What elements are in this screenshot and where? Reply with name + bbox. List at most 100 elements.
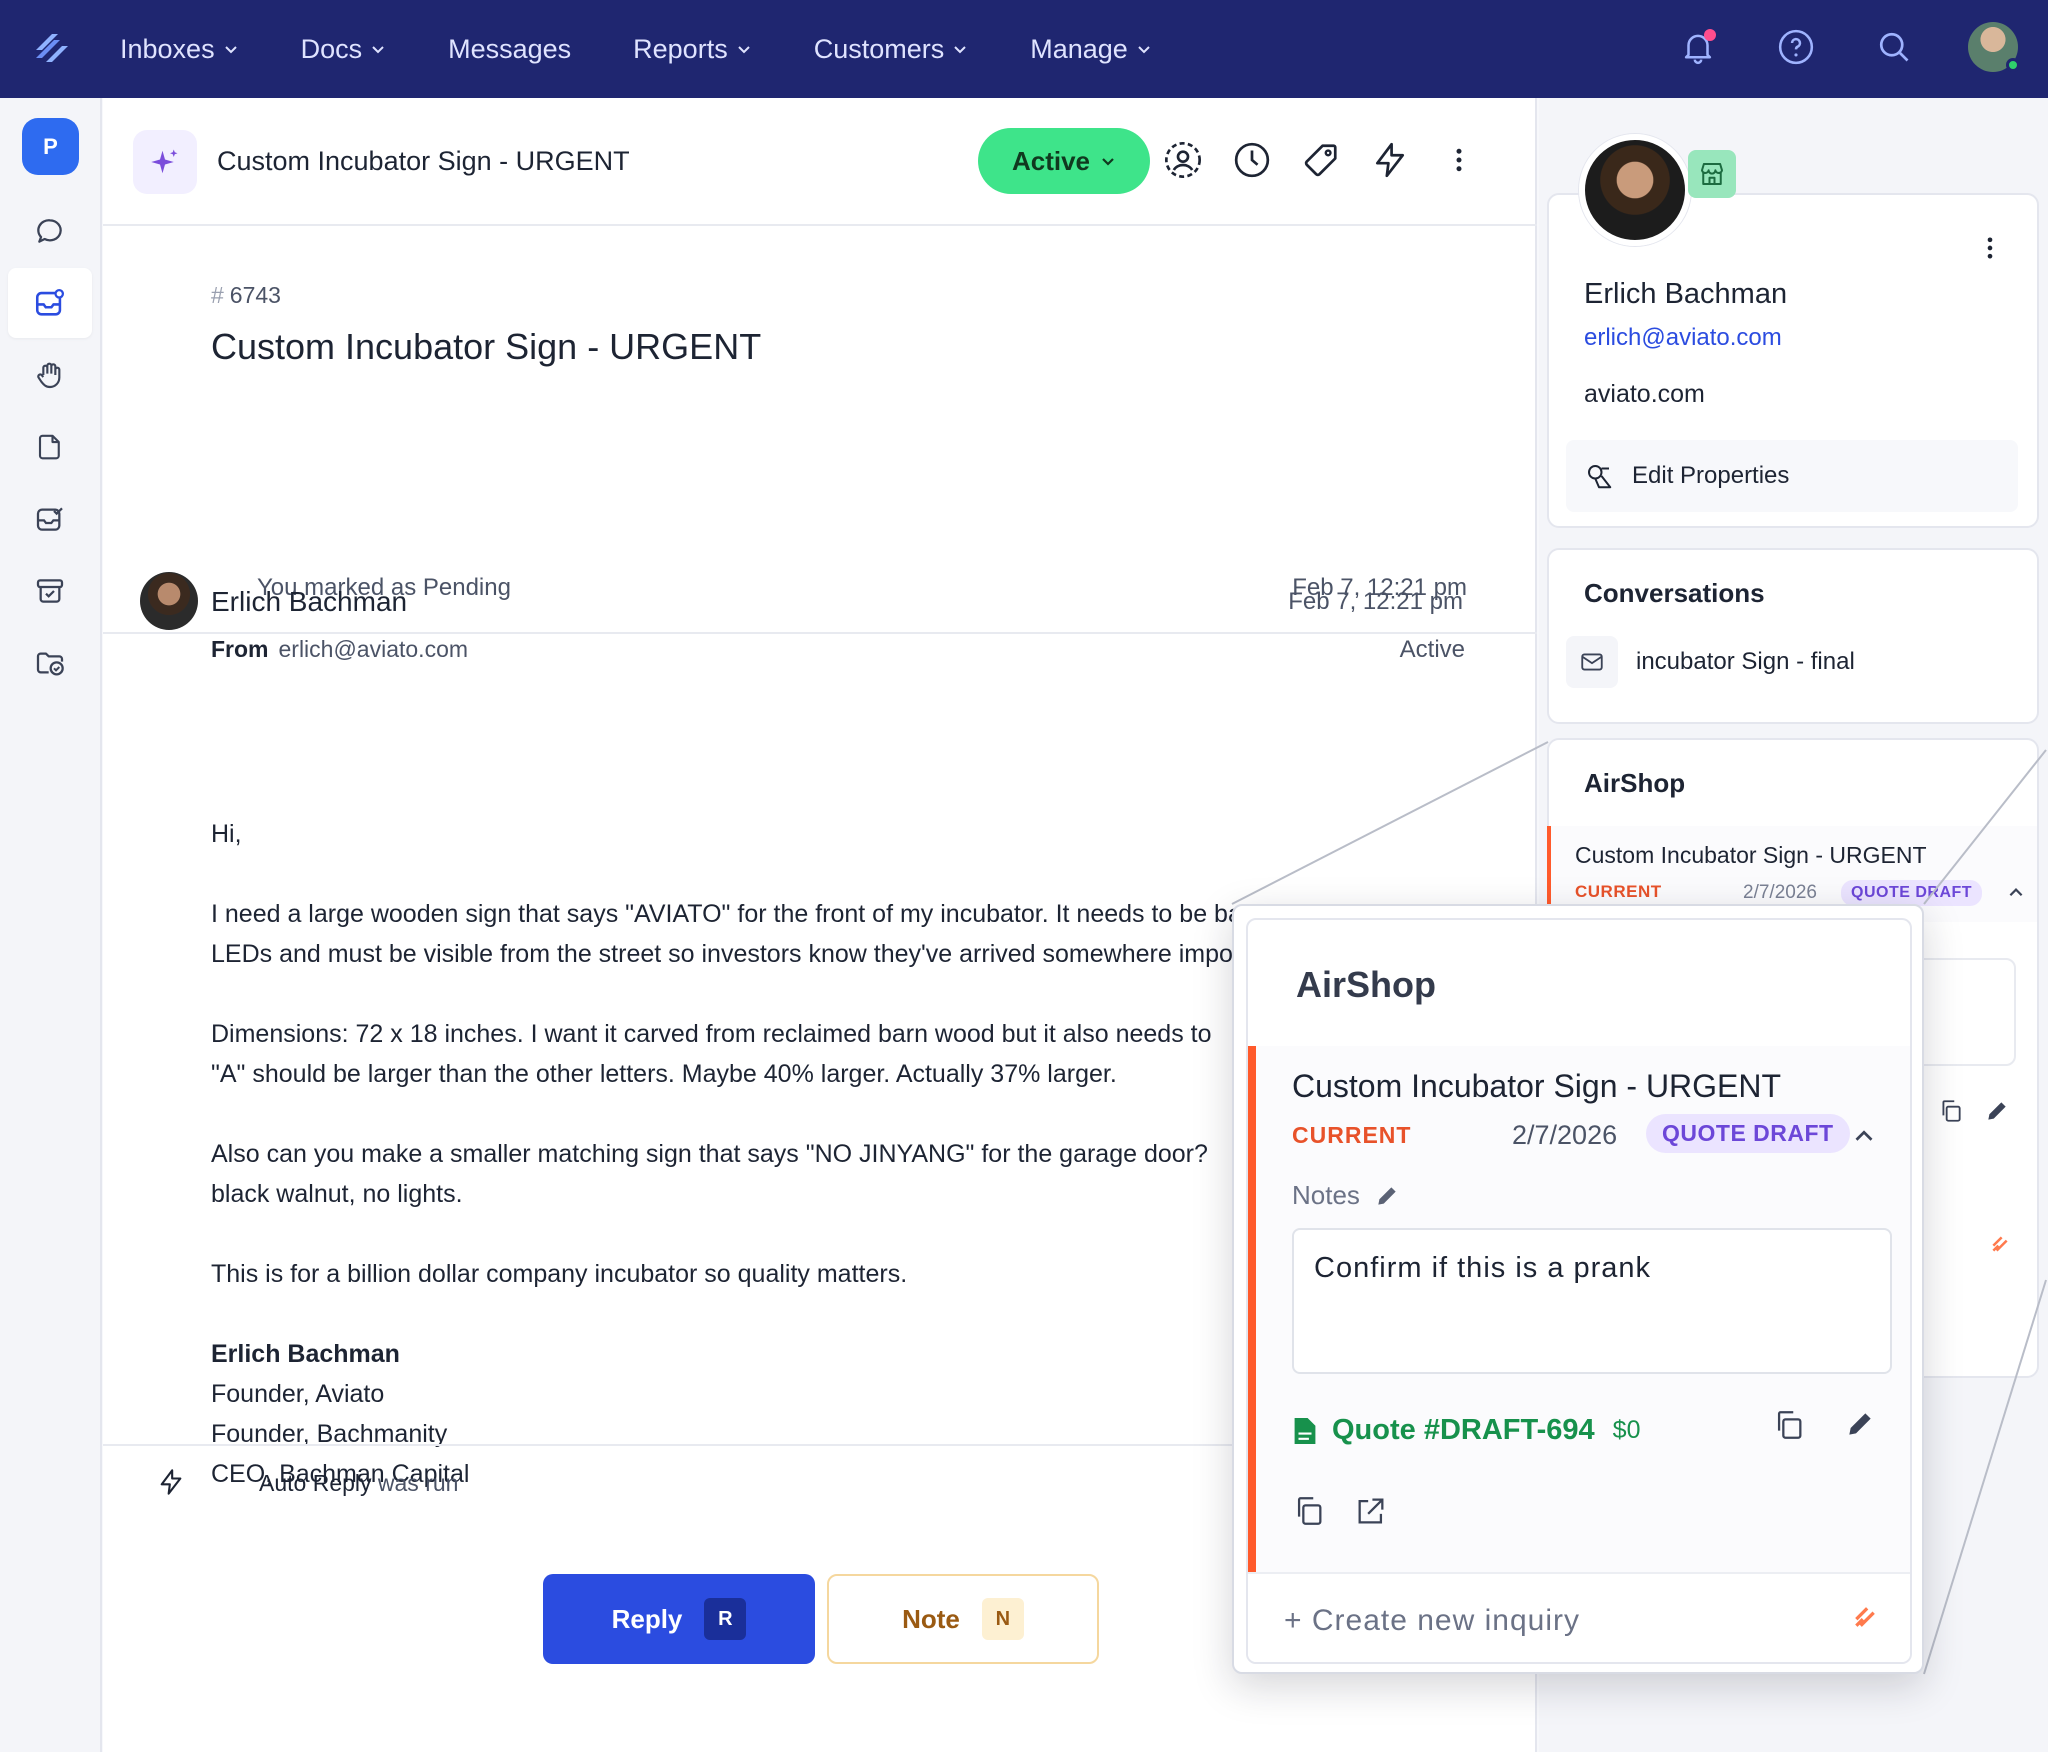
zoom-item-title[interactable]: Custom Incubator Sign - URGENT <box>1292 1068 1781 1105</box>
ticket-number-value: 6743 <box>229 282 281 308</box>
nav-manage[interactable]: Manage <box>1030 34 1152 65</box>
airshop-item-date: 2/7/2026 <box>1743 882 1817 903</box>
notes-textarea[interactable]: Confirm if this is a prank <box>1292 1228 1892 1374</box>
status-dropdown[interactable]: Active <box>978 128 1150 194</box>
notifications-button[interactable] <box>1674 23 1722 71</box>
folder-check-icon <box>36 652 64 676</box>
chevron-down-icon <box>954 46 966 54</box>
conversation-header-title: Custom Incubator Sign - URGENT <box>217 146 630 176</box>
customer-avatar <box>1579 134 1691 246</box>
archive-icon <box>36 579 64 603</box>
sidebar-item-archive[interactable] <box>8 556 92 626</box>
zoom-inquiry-block: Custom Incubator Sign - URGENT CURRENT 2… <box>1248 1046 1910 1572</box>
message-paragraph: Hi, <box>211 820 242 848</box>
nav-docs[interactable]: Docs <box>301 34 387 65</box>
sidebar-item-inbox[interactable] <box>8 268 92 338</box>
message-status: Active <box>1399 636 1465 663</box>
nav-reports[interactable]: Reports <box>633 34 752 65</box>
sidebar-item-hand[interactable] <box>8 340 92 410</box>
sender-avatar <box>140 572 198 630</box>
external-link-icon[interactable] <box>1354 1494 1388 1528</box>
quote-number: Quote #DRAFT-694 <box>1332 1414 1595 1446</box>
more-vertical-icon <box>1456 148 1462 172</box>
store-badge <box>1688 150 1736 198</box>
pencil-icon[interactable] <box>1984 1098 2010 1124</box>
copy-icon[interactable] <box>1292 1494 1326 1528</box>
nav-messages-label: Messages <box>448 33 572 64</box>
store-icon <box>1701 163 1723 185</box>
chevron-up-icon[interactable] <box>2007 884 2025 902</box>
nav-customers-label: Customers <box>813 33 945 64</box>
nav-docs-label: Docs <box>300 33 363 64</box>
chevron-up-icon[interactable] <box>1852 1124 1876 1148</box>
inbox-icon <box>35 288 65 316</box>
envelope-icon-box <box>1566 636 1618 688</box>
reply-button[interactable]: Reply R <box>543 1574 815 1664</box>
hash-icon: # <box>211 282 224 308</box>
quote-link[interactable]: Quote #DRAFT-694 $0 <box>1292 1414 1640 1447</box>
auto-reply-event: Auto Reply was run <box>259 1470 458 1497</box>
workflow-button[interactable] <box>1368 138 1412 182</box>
current-badge: CURRENT <box>1575 882 1662 901</box>
main-nav: Inboxes Docs Messages Reports Customers … <box>120 0 1214 98</box>
sidebar-item-mailbox-check[interactable] <box>8 484 92 554</box>
reply-shortcut: R <box>704 1598 747 1640</box>
more-button[interactable] <box>1437 138 1481 182</box>
copy-icon[interactable] <box>1772 1408 1806 1442</box>
from-label: From <box>211 636 269 662</box>
helpscout-logo[interactable] <box>32 28 72 68</box>
assign-user-icon <box>1165 142 1201 178</box>
customer-domain: aviato.com <box>1584 380 1705 408</box>
quote-amount: $0 <box>1612 1416 1641 1444</box>
inquiry-actions <box>1292 1494 1388 1528</box>
create-inquiry-label: + Create new inquiry <box>1284 1604 1580 1637</box>
assign-button[interactable] <box>1161 138 1205 182</box>
nav-reports-label: Reports <box>633 33 728 64</box>
workspace-badge[interactable]: P <box>22 118 79 175</box>
search-button[interactable] <box>1870 23 1918 71</box>
zoom-title: AirShop <box>1296 964 1436 1005</box>
customer-name: Erlich Bachman <box>1584 278 1788 310</box>
sidebar-item-docs[interactable] <box>8 412 92 482</box>
top-navbar: Inboxes Docs Messages Reports Customers … <box>0 0 2048 98</box>
top-icons <box>1674 22 2020 72</box>
more-vertical-icon[interactable] <box>1976 232 2004 264</box>
tag-button[interactable] <box>1299 138 1343 182</box>
lightning-icon <box>160 1469 182 1495</box>
nav-inboxes-label: Inboxes <box>120 33 215 64</box>
chevron-down-icon <box>224 46 237 54</box>
auto-reply-name[interactable]: Auto Reply <box>259 1470 372 1496</box>
pencil-icon[interactable] <box>1844 1408 1876 1440</box>
quote-draft-badge: QUOTE DRAFT <box>1841 880 1983 906</box>
conversations-title: Conversations <box>1584 578 1765 608</box>
zoom-quote-draft-badge: QUOTE DRAFT <box>1646 1114 1850 1153</box>
ai-assist-button[interactable] <box>133 130 197 194</box>
edit-properties-icon <box>1588 465 1612 489</box>
nav-customers[interactable]: Customers <box>814 34 969 65</box>
create-inquiry-row[interactable]: + Create new inquiry <box>1248 1572 1910 1662</box>
sidebar-item-folder-check[interactable] <box>8 628 92 698</box>
sender-name[interactable]: Erlich Bachman <box>211 586 407 618</box>
sidebar-item-chat[interactable] <box>8 196 92 266</box>
notification-dot <box>1704 29 1716 41</box>
note-button[interactable]: Note N <box>827 1574 1099 1664</box>
nav-inboxes[interactable]: Inboxes <box>120 34 239 65</box>
mailbox-check-icon <box>36 507 63 531</box>
nav-messages[interactable]: Messages <box>448 34 571 65</box>
help-button[interactable] <box>1772 23 1820 71</box>
airshop-zoom-panel: AirShop Custom Incubator Sign - URGENT C… <box>1232 904 1924 1674</box>
edit-properties-button[interactable]: Edit Properties <box>1566 440 2018 512</box>
snooze-button[interactable] <box>1230 138 1274 182</box>
conversation-link[interactable]: incubator Sign - final <box>1566 636 1855 688</box>
page-title: Custom Incubator Sign - URGENT <box>211 326 762 367</box>
airshop-zoom-inner: AirShop Custom Incubator Sign - URGENT C… <box>1246 918 1912 1664</box>
copy-icon[interactable] <box>1938 1098 1964 1124</box>
airshop-item-title: Custom Incubator Sign - URGENT <box>1575 842 1927 868</box>
message-time: Feb 7, 12:21 pm <box>1288 588 1463 615</box>
user-avatar[interactable] <box>1968 22 2020 72</box>
brand-mark-icon <box>1855 1607 1875 1627</box>
conversation-header: Custom Incubator Sign - URGENT Active <box>103 98 1537 226</box>
from-email[interactable]: erlich@aviato.com <box>279 636 469 662</box>
pencil-icon[interactable] <box>1374 1183 1400 1209</box>
customer-email[interactable]: erlich@aviato.com <box>1584 324 1782 352</box>
